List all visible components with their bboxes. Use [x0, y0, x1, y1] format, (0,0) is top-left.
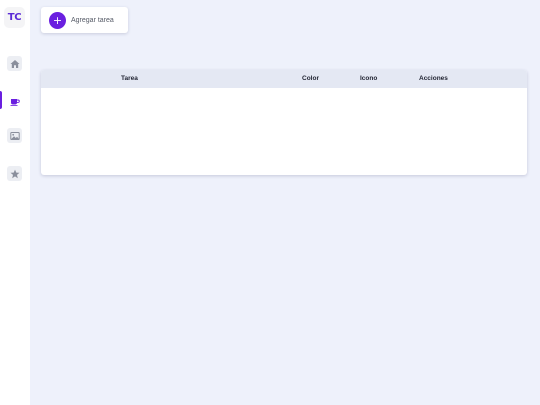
add-task-card[interactable]: + Agregar tarea [41, 7, 128, 33]
table-header: Tarea Color Icono Acciones [41, 70, 527, 88]
sidebar: TC [0, 0, 30, 405]
app-logo[interactable]: TC [4, 7, 25, 28]
add-task-label[interactable]: Agregar tarea [71, 17, 114, 24]
add-task-button[interactable]: + [49, 11, 66, 29]
tasks-table: Tarea Color Icono Acciones [41, 70, 527, 175]
image-icon [9, 131, 20, 140]
column-header-color[interactable]: Color [302, 70, 319, 88]
sidebar-item-home[interactable] [7, 56, 22, 71]
sidebar-item-coffee[interactable] [7, 93, 22, 108]
active-indicator [0, 91, 2, 109]
table-body [41, 88, 527, 175]
sidebar-item-star[interactable] [7, 166, 22, 181]
sidebar-item-image[interactable] [7, 128, 22, 143]
column-header-icono[interactable]: Icono [360, 70, 377, 88]
star-icon [10, 169, 19, 178]
coffee-icon [10, 98, 20, 106]
home-icon [10, 59, 19, 68]
column-header-tarea[interactable]: Tarea [121, 70, 138, 88]
column-header-acciones[interactable]: Acciones [419, 70, 448, 88]
